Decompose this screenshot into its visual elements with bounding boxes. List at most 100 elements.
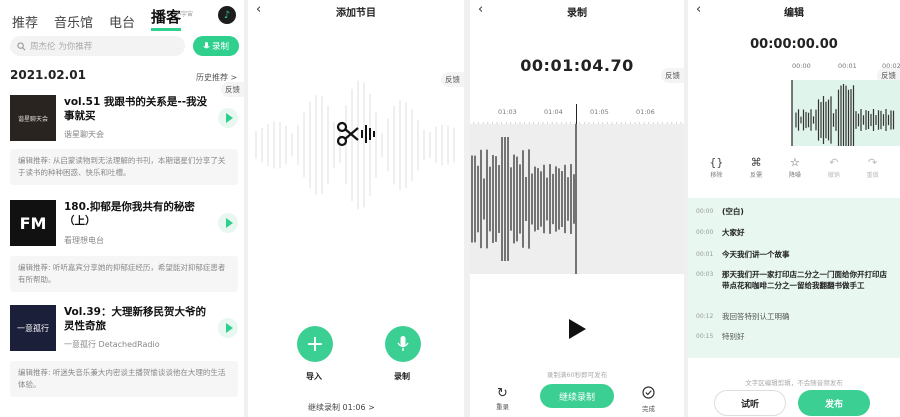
undo-tool[interactable]: ↶ 撤销 — [828, 156, 840, 179]
line-text: (空白) — [722, 207, 744, 216]
publish-button[interactable]: 发布 — [798, 390, 870, 416]
top-tabs: 推荐 音乐馆 电台 播客 — [12, 6, 182, 31]
line-time: 00:01 — [696, 251, 714, 258]
episode-title: Vol.39：大理新移民贺大爷的灵性奇旅 — [64, 306, 206, 332]
denoise-tool[interactable]: ☆ 降噪 — [789, 156, 801, 179]
playhead-top — [576, 104, 577, 124]
play-icon[interactable] — [218, 213, 238, 233]
timeline-tick: 00:01 — [838, 62, 857, 70]
episode-cover: 一意孤行 — [10, 305, 56, 351]
line-text: 大家好 — [722, 228, 745, 237]
bracket-icon: {} — [709, 156, 724, 169]
refresh-icon: ↻ — [497, 386, 508, 401]
episode-description: 编辑推荐: 听听嘉宾分享她的抑郁症经历，希望能对抑郁症患者有所帮助。 — [10, 256, 238, 292]
record-button[interactable]: 录制 — [193, 36, 239, 56]
line-time: 00:03 — [696, 271, 714, 278]
recording-screen: ‹ 录制 00:01:04.70 反馈 01:03 01:04 01:05 01… — [470, 0, 684, 417]
redo-icon: ↷ — [867, 156, 878, 169]
timeline-tick: 01:06 — [636, 108, 655, 116]
line-text: 我回答特别认工明确 — [722, 312, 790, 321]
import-button[interactable]: + — [297, 326, 333, 362]
line-time: 00:12 — [696, 313, 714, 320]
feedback-label: 反馈 — [225, 85, 240, 94]
check-circle-icon — [642, 386, 655, 399]
recording-timer: 00:01:04.70 — [520, 56, 634, 75]
episode-cover: 谐星聊天会 — [10, 95, 56, 141]
timeline-tick: 01:03 — [498, 108, 517, 116]
command-icon: ⌘ — [750, 156, 762, 169]
line-text: 那天我们开一家打印店二分之一门面给你开打印店带点花和咖啡二分之一留给我翻翻书做手… — [722, 270, 887, 290]
feedback-button[interactable]: 反馈 — [221, 82, 244, 97]
episode-author: 谐星聊天会 — [64, 130, 104, 139]
record-label: 录制 — [394, 372, 410, 381]
redo-tool[interactable]: ↷ 重做 — [867, 156, 879, 179]
page-title: 添加节目 — [336, 8, 376, 19]
episode-author: 看理想电台 — [64, 236, 104, 245]
redo-label: 重录 — [496, 403, 509, 411]
star-icon: ☆ — [790, 156, 800, 169]
page-title: 编辑 — [784, 8, 804, 19]
search-icon — [17, 41, 26, 50]
microphone-icon — [397, 336, 409, 351]
timeline-tick: 01:04 — [544, 108, 563, 116]
continue-recording-button[interactable]: 继续录制 — [540, 384, 614, 408]
timeline-tick: 01:05 — [590, 108, 609, 116]
line-text: 特别好 — [722, 332, 745, 341]
feedback-label: 反馈 — [665, 71, 680, 80]
add-episode-screen: ‹ 添加节目 反馈 + 导入 录制 继续录制 01:06 > — [248, 0, 464, 417]
undo-icon: ↶ — [829, 156, 839, 169]
edit-timer: 00:00:00.00 — [750, 37, 838, 52]
import-label: 导入 — [306, 372, 322, 381]
record-button-label: 录制 — [211, 42, 229, 52]
continue-recording-link[interactable]: 继续录制 01:06 > — [308, 402, 375, 413]
done-label: 完成 — [642, 405, 655, 413]
transcript-list: 00:00 (空白) 00:00 大家好 00:01 今天我们讲一个故事 00:… — [688, 198, 900, 358]
done-button[interactable]: 完成 — [642, 386, 655, 413]
episode-cover-text: FM — [19, 213, 47, 233]
tool-label: 撤销 — [827, 172, 840, 179]
tab-music-hall[interactable]: 音乐馆 — [54, 12, 93, 31]
tab-podcast-subtitle: 小宇宙 — [175, 11, 194, 18]
play-icon[interactable] — [218, 108, 238, 128]
episode-description: 编辑推荐: 听迷失音乐兼大内密谈主播贺愉谈谈他在大理的生活体验。 — [10, 361, 238, 397]
feedback-button[interactable]: 反馈 — [661, 68, 684, 83]
search-input[interactable]: 周杰伦 为你推荐 — [10, 36, 185, 56]
preview-button[interactable]: 试听 — [714, 390, 786, 416]
redo-recording-button[interactable]: ↻ 重录 — [496, 386, 509, 411]
edit-waveform — [791, 80, 895, 146]
line-time: 00:00 — [696, 208, 714, 215]
microphone-icon — [203, 41, 210, 48]
record-hint: 录制满60秒即可发布 — [546, 371, 608, 379]
tool-label: 重做 — [866, 172, 879, 179]
tab-recommend[interactable]: 推荐 — [12, 12, 38, 31]
recommend-date: 2021.02.01 — [10, 68, 86, 82]
timeline-tick: 00:00 — [792, 62, 811, 70]
line-time: 00:15 — [696, 333, 714, 340]
play-icon[interactable] — [218, 318, 238, 338]
page-title: 录制 — [567, 8, 587, 19]
reverse-tool[interactable]: ⌘ 反需 — [750, 156, 762, 179]
episode-cover: FM — [10, 200, 56, 246]
episode-description: 编辑推荐: 从启蒙读物到无法理解的书刊，本期谐星们分享了关于读书的种种困惑、快乐… — [10, 149, 238, 185]
plus-icon: + — [305, 331, 325, 357]
remove-tool[interactable]: {} 移除 — [709, 156, 723, 179]
episode-title: vol.51 我跟书的关系是--我没事就买 — [64, 96, 208, 122]
episode-title: 180.抑郁是你我共有的秘密（上） — [64, 201, 195, 227]
episode-cover-text: 谐星聊天会 — [17, 115, 48, 123]
feedback-label: 反馈 — [881, 71, 896, 80]
line-text: 今天我们讲一个故事 — [722, 250, 790, 259]
edit-screen: ‹ 编辑 00:00:00.00 00:00 00:01 00:02 反馈 {}… — [688, 0, 900, 417]
edit-hint: 文字区编辑剪辑，不会随音频发布 — [745, 379, 843, 387]
recording-waveform — [471, 124, 577, 274]
podcast-home-screen: 推荐 音乐馆 电台 播客 小宇宙 ♪ 周杰伦 为你推荐 录制 2021.02.0… — [0, 0, 244, 417]
line-time: 00:00 — [696, 229, 714, 236]
record-button[interactable] — [385, 326, 421, 362]
play-icon[interactable] — [567, 318, 587, 340]
tool-label: 反需 — [750, 172, 763, 179]
tab-radio[interactable]: 电台 — [109, 12, 135, 31]
episode-author: 一意孤行 DetachedRadio — [64, 340, 160, 349]
episode-cover-text: 一意孤行 — [17, 323, 49, 333]
scissors-waveform-icon — [336, 121, 375, 147]
now-playing-icon[interactable]: ♪ — [218, 6, 236, 24]
tool-label: 降噪 — [788, 172, 801, 179]
